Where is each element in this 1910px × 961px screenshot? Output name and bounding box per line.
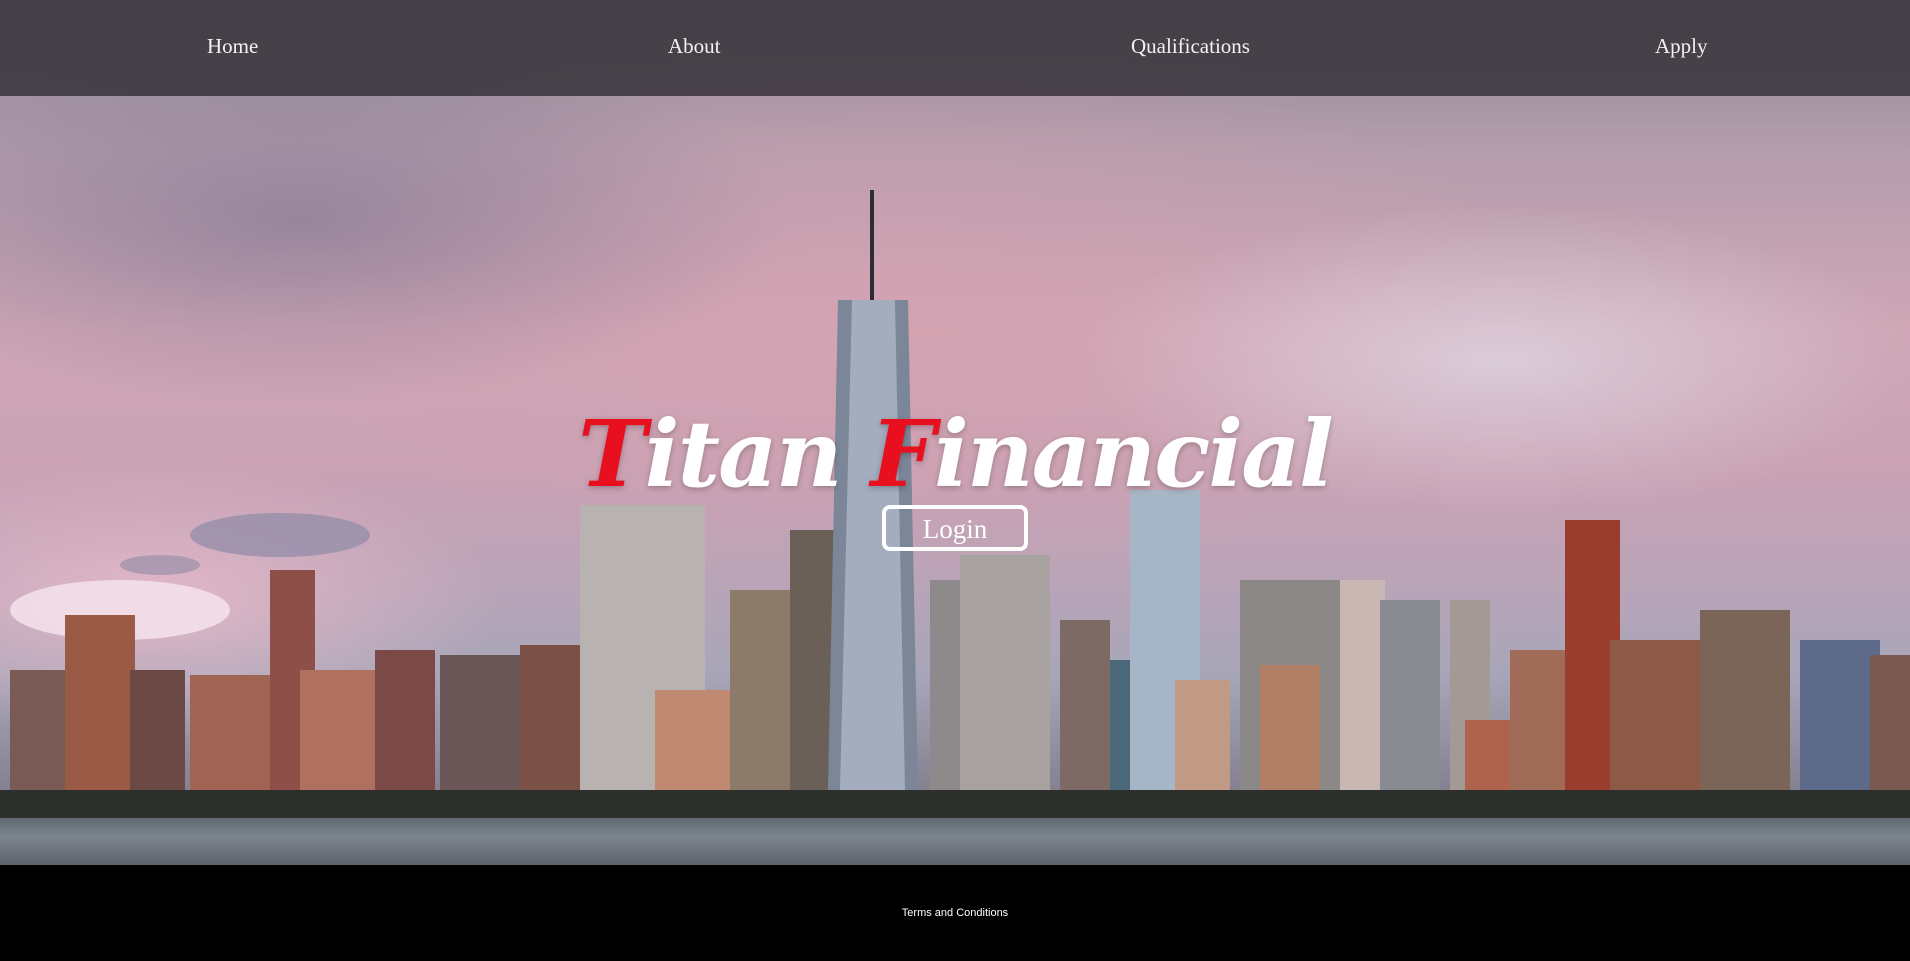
nav-item-qualifications[interactable]: Qualifications (1131, 34, 1250, 59)
nav-item-about[interactable]: About (668, 34, 721, 59)
site-title: Titan Financial (0, 400, 1910, 508)
nav-item-home[interactable]: Home (207, 34, 258, 59)
terms-and-conditions-link[interactable]: Terms and Conditions (0, 907, 1910, 919)
footer: Terms and Conditions (0, 865, 1910, 961)
title-word-itan: itan (644, 400, 871, 508)
nav-item-apply[interactable]: Apply (1655, 34, 1708, 59)
title-initial-f: F (870, 400, 936, 508)
title-initial-t: T (578, 400, 646, 508)
river-water (0, 818, 1910, 865)
login-button[interactable]: Login (882, 505, 1028, 551)
title-word-inancial: inancial (933, 400, 1334, 508)
top-navigation: Home About Qualifications Apply (0, 0, 1910, 96)
